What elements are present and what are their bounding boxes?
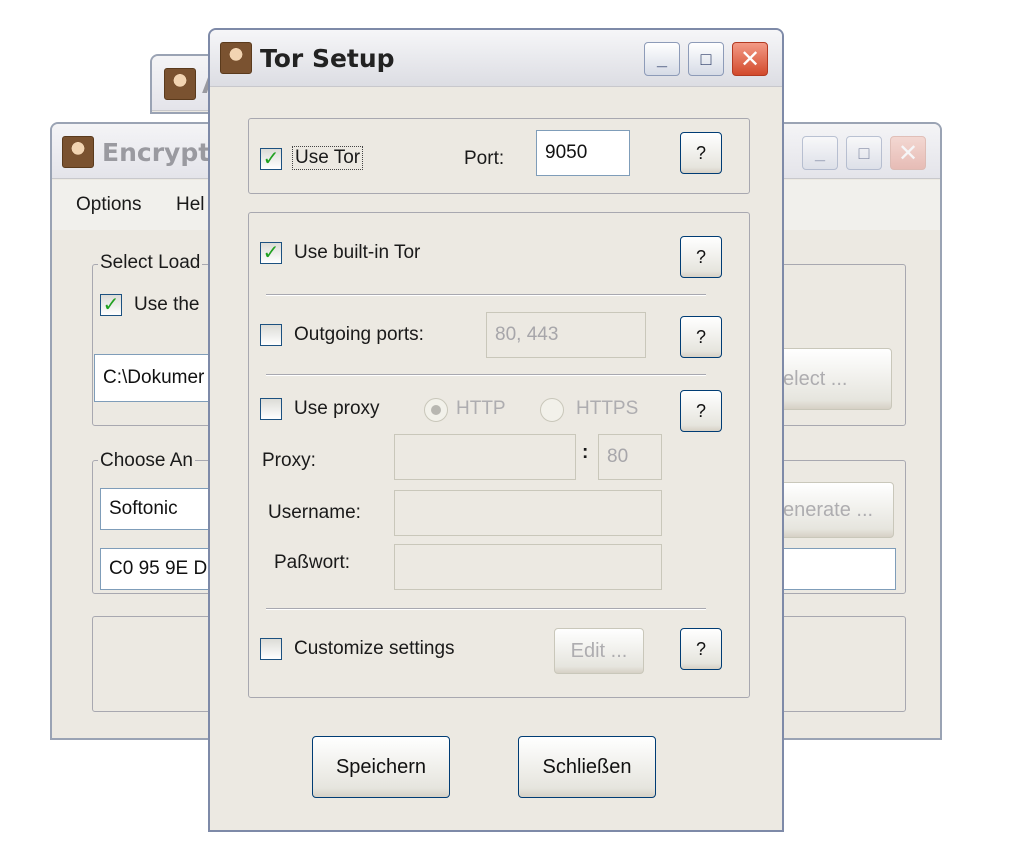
use-tor-label[interactable]: Use Tor	[292, 146, 364, 170]
proxy-port-input[interactable]: 80	[598, 434, 662, 480]
tor-setup-titlebar[interactable]: Tor Setup _ □ ✕	[210, 30, 782, 87]
port-label: Port:	[464, 148, 505, 169]
proxy-https-radio[interactable]	[540, 398, 564, 422]
customize-settings-checkbox[interactable]	[260, 638, 282, 660]
app-icon	[220, 42, 252, 74]
tor-setup-window: Tor Setup _ □ ✕ ✓ Use Tor Port: 9050 ? ✓…	[208, 28, 784, 832]
help-button-customize[interactable]: ?	[680, 628, 722, 670]
select-button[interactable]: elect ...	[778, 348, 892, 410]
app-icon	[62, 136, 94, 168]
use-the-label: Use the	[134, 294, 200, 315]
maximize-icon: □	[858, 142, 870, 163]
proxy-port-separator: :	[582, 442, 589, 463]
close-button[interactable]: ✕	[732, 42, 768, 76]
separator	[266, 374, 706, 376]
help-button-use-tor[interactable]: ?	[680, 132, 722, 174]
app-icon	[164, 68, 196, 100]
separator	[266, 294, 706, 296]
maximize-button[interactable]: □	[846, 136, 882, 170]
radio-selected-dot	[431, 405, 441, 415]
use-proxy-label[interactable]: Use proxy	[294, 398, 380, 420]
close-button[interactable]: ✕	[890, 136, 926, 170]
minimize-button[interactable]: _	[802, 136, 838, 170]
help-button-outgoing[interactable]: ?	[680, 316, 722, 358]
port-input[interactable]: 9050	[536, 130, 630, 176]
proxy-https-label: HTTPS	[576, 398, 639, 419]
menu-help[interactable]: Hel	[176, 194, 205, 216]
minimize-icon: _	[814, 142, 825, 163]
minimize-button[interactable]: _	[644, 42, 680, 76]
outgoing-ports-label[interactable]: Outgoing ports:	[294, 324, 424, 346]
use-builtin-tor-label[interactable]: Use built-in Tor	[294, 242, 420, 264]
password-input[interactable]	[394, 544, 662, 590]
choose-group-label: Choose An	[98, 450, 195, 472]
close-dialog-button[interactable]: Schließen	[518, 736, 656, 798]
username-input[interactable]	[394, 490, 662, 536]
window-title: Tor Setup	[260, 44, 395, 73]
close-icon: ✕	[739, 45, 761, 73]
use-tor-checkbox[interactable]: ✓	[260, 148, 282, 170]
use-proxy-checkbox[interactable]	[260, 398, 282, 420]
save-button[interactable]: Speichern	[312, 736, 450, 798]
proxy-label: Proxy:	[262, 450, 316, 471]
proxy-host-input[interactable]	[394, 434, 576, 480]
help-button-proxy[interactable]: ?	[680, 390, 722, 432]
menu-options[interactable]: Options	[76, 194, 141, 216]
customize-settings-label[interactable]: Customize settings	[294, 638, 455, 660]
use-the-checkbox[interactable]: ✓	[100, 294, 122, 316]
close-icon: ✕	[897, 139, 919, 167]
outgoing-ports-checkbox[interactable]	[260, 324, 282, 346]
proxy-http-radio[interactable]	[424, 398, 448, 422]
use-builtin-tor-checkbox[interactable]: ✓	[260, 242, 282, 264]
maximize-icon: □	[700, 48, 712, 69]
edit-button[interactable]: Edit ...	[554, 628, 644, 674]
outgoing-ports-input[interactable]: 80, 443	[486, 312, 646, 358]
maximize-button[interactable]: □	[688, 42, 724, 76]
username-label: Username:	[268, 502, 361, 523]
proxy-http-label: HTTP	[456, 398, 506, 419]
generate-button[interactable]: enerate ...	[778, 482, 894, 538]
minimize-icon: _	[656, 48, 667, 69]
help-button-builtin[interactable]: ?	[680, 236, 722, 278]
password-label: Paßwort:	[274, 552, 351, 573]
separator	[266, 608, 706, 610]
select-load-group-label: Select Load	[98, 252, 203, 274]
